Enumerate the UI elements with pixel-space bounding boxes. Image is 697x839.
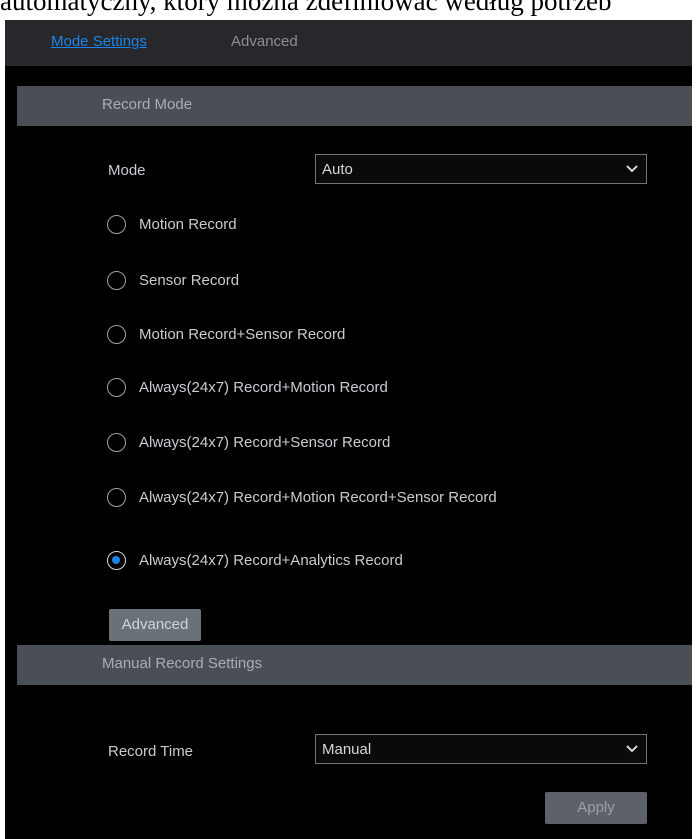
manual-record-header: Manual Record Settings	[17, 645, 692, 685]
record-time-label: Record Time	[108, 743, 194, 760]
radio-label: Motion Record+Sensor Record	[139, 326, 346, 343]
mode-label: Mode	[108, 162, 146, 179]
apply-button[interactable]: Apply	[545, 792, 647, 824]
tab-mode-settings[interactable]: Mode Settings	[51, 33, 147, 50]
radio-button-icon	[107, 488, 126, 507]
record-time-select[interactable]: Manual	[315, 734, 647, 764]
tab-advanced[interactable]: Advanced	[231, 33, 298, 50]
radio-label: Always(24x7) Record+Analytics Record	[139, 552, 403, 569]
radio-button-icon	[107, 325, 126, 344]
record-time-select-value: Manual	[322, 741, 372, 758]
tab-bar: Mode Settings Advanced	[5, 20, 692, 66]
mode-select[interactable]: Auto	[315, 154, 647, 184]
document-text-line: automatyczny, który można zdefiniować we…	[0, 0, 612, 16]
record-mode-header: Record Mode	[17, 86, 692, 126]
radio-label: Always(24x7) Record+Motion Record	[139, 379, 388, 396]
record-settings-panel: Mode Settings Advanced Record Mode Mode …	[5, 20, 692, 839]
radio-button-icon	[107, 378, 126, 397]
radio-label: Always(24x7) Record+Sensor Record	[139, 434, 391, 451]
record-mode-title: Record Mode	[102, 96, 193, 113]
radio-button-selected-icon	[107, 551, 126, 570]
mode-select-value: Auto	[322, 161, 353, 178]
advanced-button[interactable]: Advanced	[109, 609, 201, 641]
radio-label: Sensor Record	[139, 272, 240, 289]
radio-label: Always(24x7) Record+Motion Record+Sensor…	[139, 489, 497, 506]
chevron-down-icon	[626, 745, 638, 753]
radio-label: Motion Record	[139, 216, 237, 233]
radio-button-icon	[107, 215, 126, 234]
radio-button-icon	[107, 433, 126, 452]
manual-record-title: Manual Record Settings	[102, 655, 263, 672]
radio-button-icon	[107, 271, 126, 290]
chevron-down-icon	[626, 165, 638, 173]
